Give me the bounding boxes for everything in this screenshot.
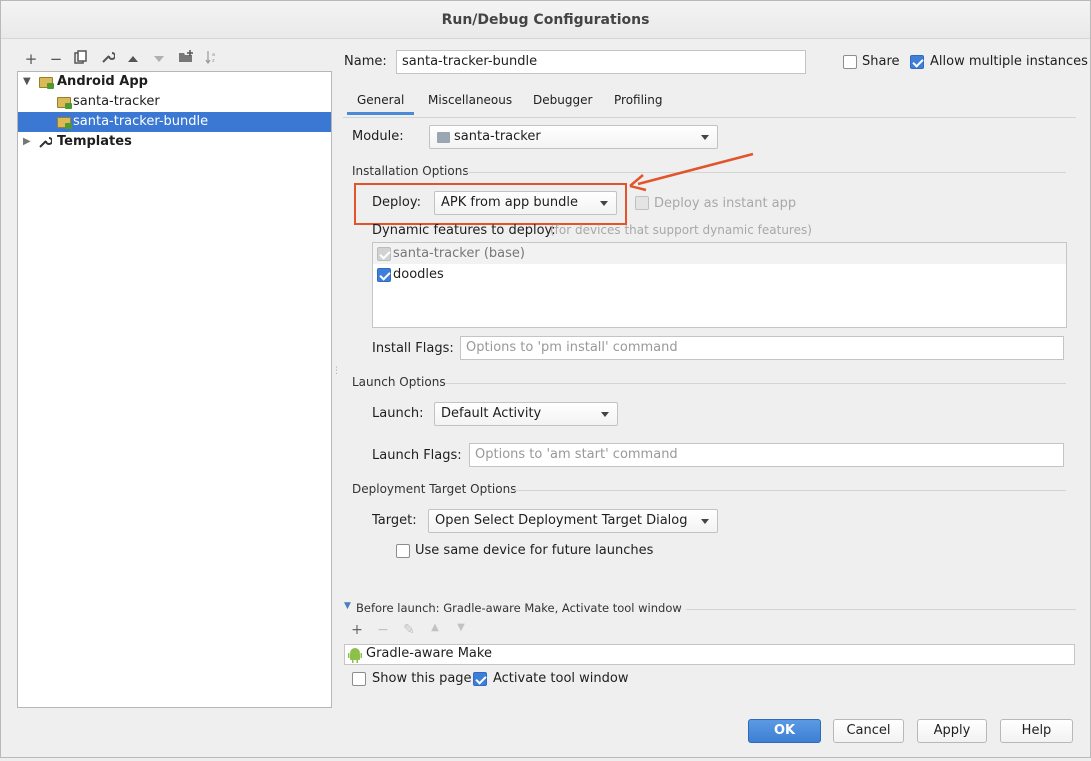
run-debug-dialog: Run/Debug Configurations + − az ▼ Androi… — [0, 0, 1091, 758]
launch-label: Launch: — [372, 406, 424, 421]
tree-item-santa-tracker-bundle[interactable]: santa-tracker-bundle — [18, 112, 331, 132]
arrow-down-icon[interactable]: ▼ — [453, 622, 469, 633]
same-device-checkbox[interactable] — [396, 544, 410, 558]
tree-item-santa-tracker[interactable]: santa-tracker — [18, 92, 331, 112]
apply-button[interactable]: Apply — [917, 719, 987, 743]
deployment-target-title: Deployment Target Options — [352, 482, 517, 496]
before-launch-title[interactable]: Before launch: Gradle-aware Make, Activa… — [356, 601, 682, 615]
chevron-down-icon — [601, 412, 609, 417]
instant-app-checkbox[interactable] — [635, 196, 649, 210]
tabs-divider — [343, 117, 1076, 118]
target-select[interactable]: Open Select Deployment Target Dialog — [428, 509, 718, 533]
activate-tool-window-checkbox[interactable] — [473, 672, 487, 686]
install-flags-label: Install Flags: — [372, 341, 454, 356]
minus-icon[interactable]: − — [375, 622, 391, 638]
sort-icon[interactable]: az — [202, 49, 222, 69]
install-flags-field[interactable]: Options to 'pm install' command — [460, 336, 1064, 360]
arrow-up-icon[interactable]: ▲ — [427, 622, 443, 633]
same-device-label: Use same device for future launches — [415, 543, 654, 558]
chevron-down-icon — [600, 201, 608, 206]
minus-icon[interactable]: − — [46, 49, 66, 69]
arrow-down-icon[interactable] — [149, 49, 169, 69]
show-page-checkbox[interactable] — [352, 672, 366, 686]
dynamic-features-label: Dynamic features to deploy: — [372, 223, 556, 238]
tab-debugger[interactable]: Debugger — [523, 85, 602, 115]
dynamic-features-list[interactable]: santa-tracker (base) doodles — [372, 242, 1067, 328]
android-folder-icon — [39, 77, 54, 89]
help-button[interactable]: Help — [1000, 719, 1073, 743]
launch-select[interactable]: Default Activity — [434, 402, 618, 426]
feature-doodles-label: doodles — [393, 267, 444, 282]
show-page-label: Show this page — [372, 671, 472, 686]
installation-options-title: Installation Options — [352, 164, 469, 178]
module-value: santa-tracker — [454, 129, 541, 144]
collapse-arrow-icon[interactable]: ▶ — [23, 132, 31, 152]
plus-icon[interactable]: + — [21, 49, 41, 69]
module-folder-icon — [437, 132, 450, 143]
name-field[interactable]: santa-tracker-bundle — [396, 50, 806, 74]
allow-multiple-label: Allow multiple instances — [930, 54, 1088, 69]
name-label: Name: — [344, 54, 387, 69]
target-value: Open Select Deployment Target Dialog — [435, 513, 688, 528]
android-robot-icon — [348, 647, 362, 667]
cancel-button[interactable]: Cancel — [833, 719, 904, 743]
tree-node-templates[interactable]: ▶ Templates — [18, 132, 331, 152]
expand-arrow-icon[interactable]: ▼ — [23, 72, 31, 92]
launch-divider — [445, 383, 1066, 384]
launch-flags-label: Launch Flags: — [372, 448, 462, 463]
deploy-label: Deploy: — [372, 195, 421, 210]
android-config-icon — [57, 117, 72, 129]
arrow-up-icon[interactable] — [123, 49, 143, 69]
plus-icon[interactable]: + — [349, 622, 365, 638]
module-select[interactable]: santa-tracker — [429, 125, 718, 149]
tree-item-label: santa-tracker-bundle — [73, 114, 209, 129]
launch-options-title: Launch Options — [352, 375, 446, 389]
deploy-value: APK from app bundle — [441, 195, 578, 210]
android-config-icon — [57, 97, 72, 109]
ok-button[interactable]: OK — [748, 719, 821, 743]
feature-base-label: santa-tracker (base) — [393, 246, 525, 261]
share-label: Share — [862, 54, 900, 69]
deploy-select[interactable]: APK from app bundle — [434, 191, 617, 215]
feature-base-checkbox — [377, 247, 391, 261]
chevron-down-icon — [701, 135, 709, 140]
before-launch-divider — [686, 609, 1076, 610]
before-launch-list[interactable]: Gradle-aware Make — [344, 644, 1075, 665]
tree-node-android-app[interactable]: ▼ Android App — [18, 72, 331, 92]
feature-doodles-checkbox[interactable] — [377, 268, 391, 282]
tab-profiling[interactable]: Profiling — [604, 85, 673, 115]
copy-icon[interactable] — [71, 49, 91, 69]
dynamic-features-hint: (for devices that support dynamic featur… — [550, 223, 812, 237]
tab-miscellaneous[interactable]: Miscellaneous — [418, 85, 522, 115]
launch-value: Default Activity — [441, 406, 542, 421]
installation-divider — [465, 172, 1066, 173]
configurations-tree[interactable]: ▼ Android App santa-tracker santa-tracke… — [17, 71, 332, 708]
tree-label-android-app: Android App — [57, 74, 148, 89]
chevron-down-icon — [701, 519, 709, 524]
launch-flags-field[interactable]: Options to 'am start' command — [469, 443, 1064, 467]
wrench-icon[interactable] — [98, 49, 118, 69]
deployment-divider — [513, 490, 1066, 491]
instant-app-label: Deploy as instant app — [654, 196, 797, 211]
allow-multiple-checkbox[interactable] — [910, 55, 924, 69]
annotation-arrow-icon — [629, 152, 754, 192]
svg-text:z: z — [212, 58, 215, 64]
wrench-icon — [38, 132, 53, 156]
activate-tool-window-label: Activate tool window — [493, 671, 629, 686]
module-label: Module: — [352, 129, 404, 144]
tab-general[interactable]: General — [347, 85, 415, 115]
tree-item-label: santa-tracker — [73, 94, 160, 109]
splitter-handle[interactable]: ⋮ — [332, 367, 341, 383]
before-launch-expand-icon[interactable]: ▼ — [344, 601, 351, 611]
share-checkbox[interactable] — [843, 55, 857, 69]
dialog-title: Run/Debug Configurations — [1, 1, 1090, 39]
tree-label-templates: Templates — [57, 134, 132, 149]
pencil-icon[interactable]: ✎ — [401, 622, 417, 638]
list-item: Gradle-aware Make — [366, 646, 492, 661]
folder-add-icon[interactable] — [176, 49, 196, 69]
target-label: Target: — [372, 513, 417, 528]
